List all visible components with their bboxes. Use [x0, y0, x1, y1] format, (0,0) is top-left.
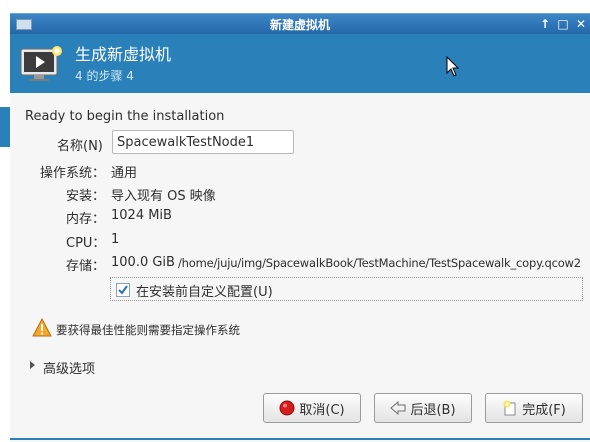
monitor-icon: [20, 46, 62, 81]
advanced-options-label[interactable]: 高级选项: [43, 358, 95, 377]
os-value: 通用: [111, 166, 138, 181]
window-title: 新建虚拟机: [269, 18, 330, 32]
warning-icon: [32, 318, 52, 337]
storage-path: /home/juju/img/SpacewalkBook/TestMachine…: [178, 256, 581, 270]
close-button[interactable]: ✕: [574, 15, 588, 33]
wizard-header: 生成新虚拟机 4 的步骤 4: [10, 34, 590, 93]
customize-label: 在安装前自定义配置(U): [136, 285, 273, 300]
warning-text: 要获得最佳性能则需要指定操作系统: [56, 323, 240, 337]
stop-icon: [279, 400, 295, 416]
cpu-label: CPU：: [66, 236, 106, 251]
install-value: 导入现有 OS 映像: [111, 189, 216, 204]
back-arrow-icon: [390, 400, 406, 416]
cancel-button[interactable]: 取消(C): [263, 393, 361, 423]
wizard-title: 生成新虚拟机: [75, 45, 172, 64]
checkmark-icon: [118, 285, 128, 295]
name-input[interactable]: [112, 130, 294, 154]
left-accent-bar: [0, 107, 10, 147]
bottom-border: [10, 438, 590, 440]
back-label: 后退(B): [410, 402, 456, 418]
back-button[interactable]: 后退(B): [374, 393, 472, 423]
memory-value: 1024 MiB: [111, 208, 172, 223]
maximize-button[interactable]: □: [556, 15, 570, 33]
mouse-cursor-icon: [446, 56, 460, 77]
expander-arrow-icon[interactable]: [30, 361, 35, 369]
cancel-label: 取消(C): [299, 402, 345, 418]
name-label: 名称(N): [57, 139, 103, 154]
customize-checkbox[interactable]: [116, 283, 130, 297]
finish-button[interactable]: 完成(F): [485, 393, 583, 423]
install-label: 安装：: [66, 189, 106, 204]
new-document-icon: [503, 400, 516, 416]
storage-label: 存储：: [66, 259, 106, 274]
cpu-value: 1: [111, 232, 120, 247]
customize-checkbox-row[interactable]: 在安装前自定义配置(U): [110, 277, 583, 301]
wizard-step: 4 的步骤 4: [75, 69, 134, 83]
os-label: 操作系统：: [40, 166, 106, 181]
memory-label: 内存：: [66, 212, 106, 227]
finish-label: 完成(F): [522, 402, 566, 418]
window-titlebar[interactable]: 新建虚拟机 ↑ □ ✕: [10, 13, 590, 34]
keep-above-button[interactable]: ↑: [538, 15, 552, 33]
summary-heading: Ready to begin the installation: [25, 109, 225, 124]
storage-size: 100.0 GiB: [111, 255, 175, 270]
